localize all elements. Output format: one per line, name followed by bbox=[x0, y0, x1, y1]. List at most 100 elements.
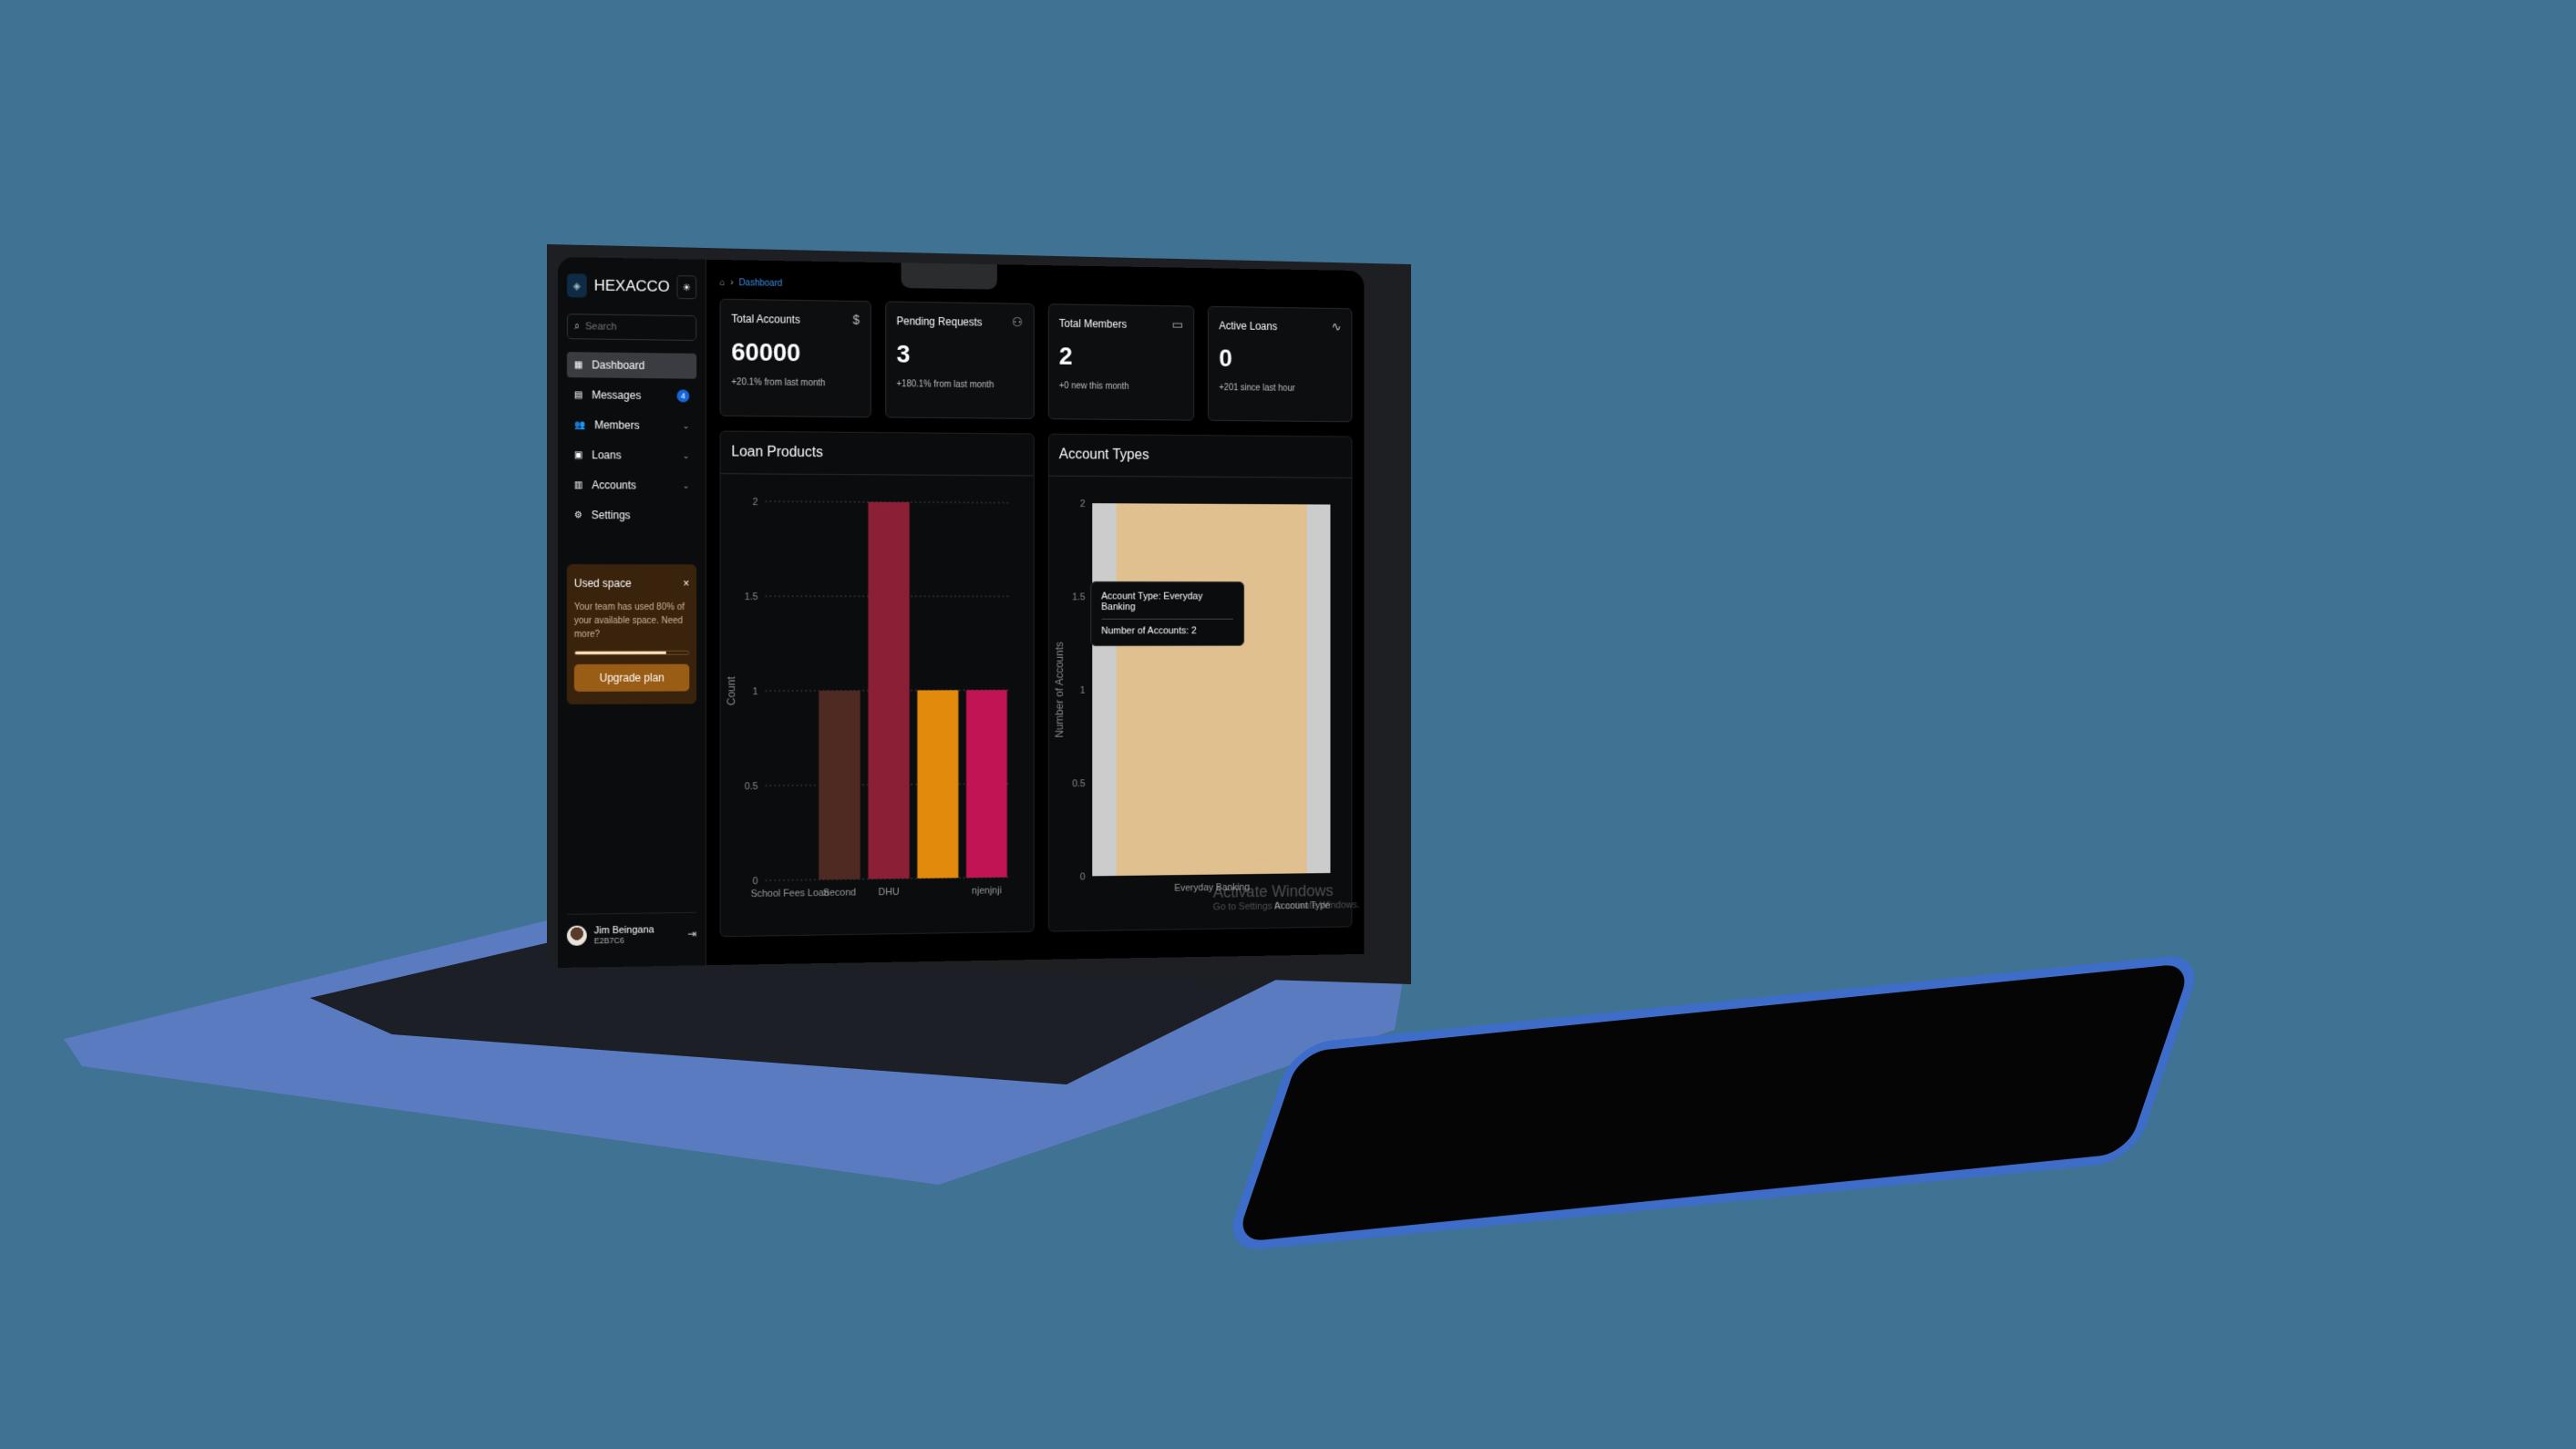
y-axis-label: Count bbox=[725, 676, 737, 705]
chart-title: Account Types bbox=[1048, 434, 1352, 478]
sidebar-item-accounts[interactable]: ▥ Accounts ⌄ bbox=[567, 472, 696, 498]
card-subtext: +20.1% from last month bbox=[731, 377, 826, 389]
logout-icon[interactable]: ⇥ bbox=[687, 928, 696, 940]
bar bbox=[819, 690, 860, 880]
card-value: 0 bbox=[1219, 344, 1232, 372]
breadcrumb: ⌂ › Dashboard bbox=[720, 278, 1353, 298]
activate-windows-watermark: Activate Windows Go to Settings to activa… bbox=[1212, 881, 1360, 913]
chevron-down-icon: ⌄ bbox=[682, 420, 690, 430]
tooltip-label: Account Type: bbox=[1101, 591, 1161, 602]
dollar-icon: $ bbox=[852, 312, 860, 327]
sidebar-item-label: Members bbox=[594, 418, 640, 432]
messages-icon: ▤ bbox=[573, 389, 583, 400]
y-axis-label: Number of Accounts bbox=[1053, 642, 1065, 737]
sidebar-item-label: Loans bbox=[592, 448, 622, 462]
sidebar-item-messages[interactable]: ▤ Messages 4 bbox=[567, 382, 696, 408]
card-title: Total Accounts bbox=[731, 312, 800, 326]
card-icon: ▭ bbox=[1171, 316, 1184, 332]
y-tick-label: 1.5 bbox=[1072, 592, 1085, 603]
used-space-title: Used space bbox=[573, 577, 632, 591]
sidebar-item-settings[interactable]: ⚙ Settings bbox=[567, 502, 696, 529]
chevron-down-icon: ⌄ bbox=[682, 450, 690, 460]
x-tick-label: School Fees Loan bbox=[751, 888, 829, 899]
sidebar: ◈ HEXACCO ☀ ⌕ ▦ Dashboard ▤ Messages 4 👥 Membe… bbox=[558, 257, 706, 968]
sidebar-item-loans[interactable]: ▣ Loans ⌄ bbox=[567, 442, 696, 468]
card-value: 60000 bbox=[731, 337, 801, 367]
user-name: Jim Beingana bbox=[593, 924, 654, 937]
activity-icon: ∿ bbox=[1331, 319, 1342, 334]
upgrade-plan-button[interactable]: Upgrade plan bbox=[573, 663, 690, 692]
theme-toggle-button[interactable]: ☀ bbox=[676, 275, 697, 300]
sidebar-item-label: Messages bbox=[592, 388, 642, 402]
card-subtext: +201 since last hour bbox=[1219, 383, 1295, 394]
tooltip-value: 2 bbox=[1190, 625, 1197, 637]
messages-badge: 4 bbox=[676, 389, 690, 403]
sidebar-nav: ▦ Dashboard ▤ Messages 4 👥 Members ⌄ ▣ Loans ⌄ ▥ Acc… bbox=[566, 352, 697, 529]
sun-icon: ☀ bbox=[682, 282, 692, 293]
bar bbox=[965, 690, 1007, 879]
x-tick-label: njenjnji bbox=[972, 885, 1002, 896]
y-tick-label: 0 bbox=[1079, 872, 1085, 883]
y-tick-label: 0 bbox=[753, 876, 758, 887]
members-icon: 👥 bbox=[573, 419, 586, 430]
dashboard-icon: ▦ bbox=[573, 359, 583, 370]
brand-name: HEXACCO bbox=[593, 276, 670, 295]
y-tick-label: 1 bbox=[1079, 685, 1085, 696]
sidebar-item-label: Dashboard bbox=[592, 358, 645, 373]
loans-icon: ▣ bbox=[573, 449, 583, 460]
y-tick-label: 1 bbox=[753, 686, 758, 697]
search-box[interactable]: ⌕ bbox=[566, 313, 697, 341]
y-tick-label: 0.5 bbox=[1072, 778, 1085, 789]
chevron-down-icon: ⌄ bbox=[682, 480, 690, 490]
y-tick-label: 0.5 bbox=[745, 781, 758, 792]
users-icon: ⚇ bbox=[1012, 314, 1023, 330]
x-tick-label: Second bbox=[823, 888, 856, 899]
brand: ◈ HEXACCO ☀ bbox=[566, 270, 697, 303]
card-title: Pending Requests bbox=[896, 314, 983, 329]
sidebar-item-dashboard[interactable]: ▦ Dashboard bbox=[566, 352, 697, 379]
used-space-card: Used space × Your team has used 80% of yo… bbox=[566, 564, 697, 704]
y-tick-label: 2 bbox=[1079, 498, 1085, 509]
used-space-text: Your team has used 80% of your available… bbox=[573, 602, 685, 640]
stat-card-pending-requests: Pending Requests ⚇ 3 +180.1% from last mont… bbox=[885, 301, 1035, 419]
card-title: Total Members bbox=[1058, 316, 1128, 331]
avatar bbox=[566, 925, 587, 946]
chart-title: Loan Products bbox=[720, 431, 1034, 477]
close-icon[interactable]: × bbox=[683, 577, 689, 590]
gear-icon: ⚙ bbox=[573, 509, 582, 520]
sidebar-item-label: Accounts bbox=[592, 478, 637, 492]
card-title: Active Loans bbox=[1219, 319, 1278, 333]
stat-card-total-members: Total Members ▭ 2 +0 new this month bbox=[1047, 303, 1195, 421]
main-content: ⌂ › Dashboard Total Accounts $60000 +20.1% … bbox=[719, 278, 1360, 965]
laptop-screen: ◈ HEXACCO ☀ ⌕ ▦ Dashboard ▤ Messages 4 👥 Membe… bbox=[558, 257, 1365, 968]
bar bbox=[1116, 503, 1307, 877]
search-input[interactable] bbox=[584, 321, 690, 334]
account-types-chart: Account Types 0 0.5 1 1.5 2 Number of Account… bbox=[1047, 433, 1360, 932]
loan-products-chart: Loan Products 0 0.5 1 1.5 2 Count School Fees … bbox=[719, 430, 1035, 938]
stat-cards: Total Accounts $60000 +20.1% from last mon… bbox=[719, 298, 1353, 423]
chevron-right-icon: › bbox=[730, 278, 734, 289]
search-icon: ⌕ bbox=[573, 320, 581, 332]
user-profile: Jim Beingana E2B7C6 ⇥ bbox=[566, 911, 697, 946]
sidebar-item-label: Settings bbox=[591, 509, 631, 522]
card-value: 3 bbox=[896, 339, 911, 368]
breadcrumb-current[interactable]: Dashboard bbox=[739, 278, 783, 289]
card-subtext: +180.1% from last month bbox=[896, 379, 994, 391]
bar bbox=[917, 690, 959, 879]
tooltip-label: Number of Accounts: bbox=[1101, 625, 1190, 637]
logo-icon: ◈ bbox=[566, 273, 587, 298]
card-value: 2 bbox=[1058, 342, 1073, 370]
home-icon[interactable]: ⌂ bbox=[720, 278, 726, 288]
y-tick-label: 1.5 bbox=[745, 591, 758, 602]
user-id: E2B7C6 bbox=[593, 935, 624, 946]
card-subtext: +0 new this month bbox=[1058, 381, 1129, 392]
y-tick-label: 2 bbox=[753, 497, 758, 508]
accounts-icon: ▥ bbox=[573, 479, 583, 490]
stat-card-active-loans: Active Loans ∿ 0 +201 since last hour bbox=[1208, 305, 1353, 423]
sidebar-item-members[interactable]: 👥 Members ⌄ bbox=[567, 412, 696, 438]
bar bbox=[868, 501, 910, 879]
chart-tooltip: Account Type: Everyday Banking Number of… bbox=[1089, 581, 1244, 647]
x-tick-label: DHU bbox=[879, 887, 900, 898]
used-space-progress bbox=[573, 650, 690, 655]
stat-card-total-accounts: Total Accounts $60000 +20.1% from last mon… bbox=[719, 298, 871, 418]
